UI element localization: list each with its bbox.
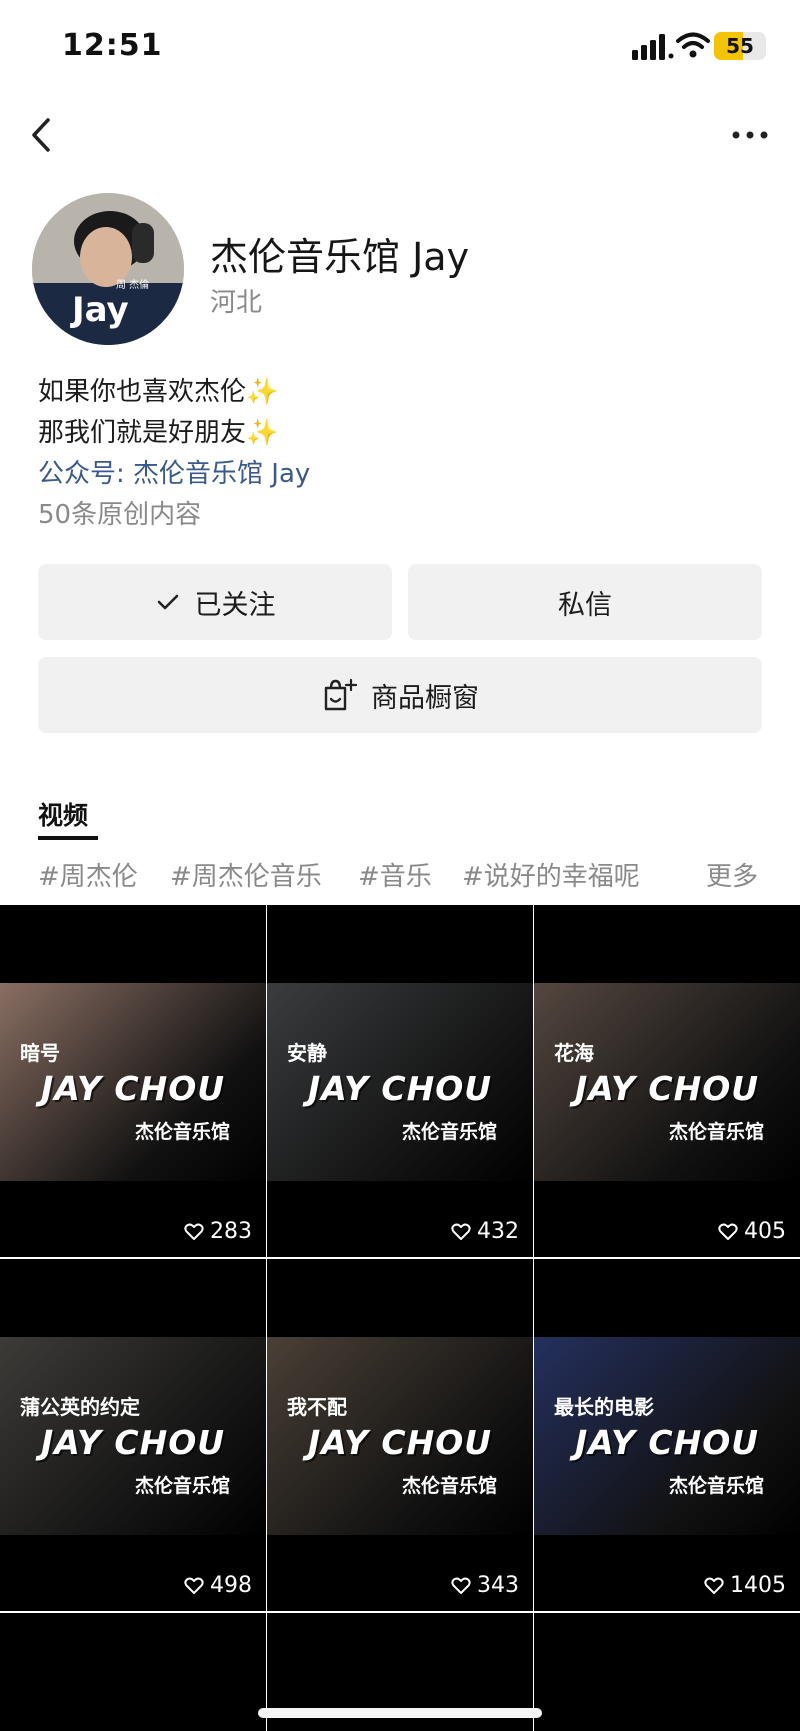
video-like-count: 432: [451, 1219, 519, 1244]
video-card[interactable]: [0, 1613, 266, 1731]
profile-name: 杰伦音乐馆 Jay: [210, 235, 470, 279]
video-card[interactable]: [534, 1613, 800, 1731]
tab-video-underline: [38, 836, 98, 840]
tag-music[interactable]: #音乐: [358, 856, 432, 893]
video-card[interactable]: 暗号 JAY CHOU 杰伦音乐馆 283: [0, 905, 266, 1257]
video-brand-text: JAY CHOU: [40, 1069, 226, 1108]
original-content-count: 50条原创内容: [38, 500, 202, 530]
video-brand-text: JAY CHOU: [307, 1069, 493, 1108]
like-count-text: 405: [744, 1219, 786, 1244]
heart-icon: [184, 1577, 204, 1594]
video-like-count: 498: [184, 1573, 252, 1598]
like-count-text: 1405: [730, 1573, 786, 1598]
video-channel-text: 杰伦音乐馆: [134, 1121, 230, 1143]
official-account-link[interactable]: 公众号: 杰伦音乐馆 Jay: [38, 454, 310, 495]
video-song-title: 最长的电影: [554, 1395, 654, 1419]
heart-icon: [704, 1577, 724, 1594]
check-icon: [157, 594, 178, 610]
battery-icon: 55: [714, 32, 766, 60]
like-count-text: 498: [210, 1573, 252, 1598]
following-label: 已关注: [194, 589, 276, 621]
status-bar: 12:51 55: [0, 0, 800, 100]
video-channel-text: 杰伦音乐馆: [401, 1475, 497, 1497]
video-card[interactable]: 安静 JAY CHOU 杰伦音乐馆 432: [267, 905, 533, 1257]
video-song-title: 我不配: [287, 1395, 347, 1419]
video-like-count: 1405: [704, 1573, 786, 1598]
like-count-text: 432: [477, 1219, 519, 1244]
heart-icon: [451, 1577, 471, 1594]
avatar-image: Jay 周 杰倫: [32, 193, 184, 345]
tab-video[interactable]: 视频: [38, 796, 88, 832]
heart-icon: [718, 1223, 738, 1240]
tag-shuohao-de-xingfu-ne[interactable]: #说好的幸福呢: [462, 856, 640, 893]
back-button[interactable]: [22, 110, 62, 160]
wifi-icon: [676, 32, 710, 58]
video-channel-text: 杰伦音乐馆: [668, 1121, 764, 1143]
status-time: 12:51: [62, 28, 163, 63]
video-card[interactable]: 花海 JAY CHOU 杰伦音乐馆 405: [534, 905, 800, 1257]
battery-level: 55: [726, 34, 754, 58]
avatar-sub-text: 周 杰倫: [116, 278, 149, 291]
video-song-title: 蒲公英的约定: [20, 1395, 140, 1419]
avatar-jay-text: Jay: [70, 290, 129, 330]
heart-icon: [451, 1223, 471, 1240]
profile-bio: 如果你也喜欢杰伦✨ 那我们就是好朋友✨ 公众号: 杰伦音乐馆 Jay 50条原创…: [38, 372, 310, 536]
sparkle-icon: ✨: [246, 418, 279, 448]
video-like-count: 343: [451, 1573, 519, 1598]
bio-line-1-text: 如果你也喜欢杰伦: [38, 377, 247, 407]
video-card[interactable]: 我不配 JAY CHOU 杰伦音乐馆 343: [267, 1259, 533, 1611]
bio-line-2: 那我们就是好朋友✨: [38, 413, 310, 454]
following-button[interactable]: 已关注: [38, 564, 392, 640]
like-count-text: 283: [210, 1219, 252, 1244]
video-brand-text: JAY CHOU: [574, 1423, 760, 1462]
video-card[interactable]: 蒲公英的约定 JAY CHOU 杰伦音乐馆 498: [0, 1259, 266, 1611]
shopping-bag-icon: [324, 678, 357, 711]
video-like-count: 405: [718, 1219, 786, 1244]
tag-zhoujielun-music[interactable]: #周杰伦音乐: [170, 856, 322, 893]
video-like-count: 283: [184, 1219, 252, 1244]
tag-filter-row: #周杰伦 #周杰伦音乐 #音乐 #说好的幸福呢 更多: [38, 856, 762, 893]
video-song-title: 暗号: [20, 1041, 60, 1065]
home-indicator[interactable]: [258, 1708, 542, 1718]
cellular-signal-icon: [632, 34, 674, 60]
video-channel-text: 杰伦音乐馆: [134, 1475, 230, 1497]
message-button[interactable]: 私信: [408, 564, 762, 640]
video-brand-text: JAY CHOU: [307, 1423, 493, 1462]
bio-line-1: 如果你也喜欢杰伦✨: [38, 372, 310, 413]
video-song-title: 花海: [554, 1041, 594, 1065]
like-count-text: 343: [477, 1573, 519, 1598]
heart-icon: [184, 1223, 204, 1240]
more-options-button[interactable]: [728, 120, 772, 150]
tag-more[interactable]: 更多: [706, 856, 758, 893]
video-channel-text: 杰伦音乐馆: [668, 1475, 764, 1497]
profile-location: 河北: [210, 288, 263, 318]
video-song-title: 安静: [287, 1041, 327, 1065]
message-label: 私信: [558, 589, 612, 621]
avatar[interactable]: Jay 周 杰倫: [32, 193, 184, 345]
sparkle-icon: ✨: [246, 377, 279, 407]
video-brand-text: JAY CHOU: [40, 1423, 226, 1462]
video-card[interactable]: 最长的电影 JAY CHOU 杰伦音乐馆 1405: [534, 1259, 800, 1611]
video-channel-text: 杰伦音乐馆: [401, 1121, 497, 1143]
bio-line-2-text: 那我们就是好朋友: [38, 418, 247, 448]
tag-zhoujielun[interactable]: #周杰伦: [38, 856, 138, 893]
shop-window-button[interactable]: 商品橱窗: [38, 657, 762, 733]
shop-window-label: 商品橱窗: [371, 682, 479, 714]
video-brand-text: JAY CHOU: [574, 1069, 760, 1108]
